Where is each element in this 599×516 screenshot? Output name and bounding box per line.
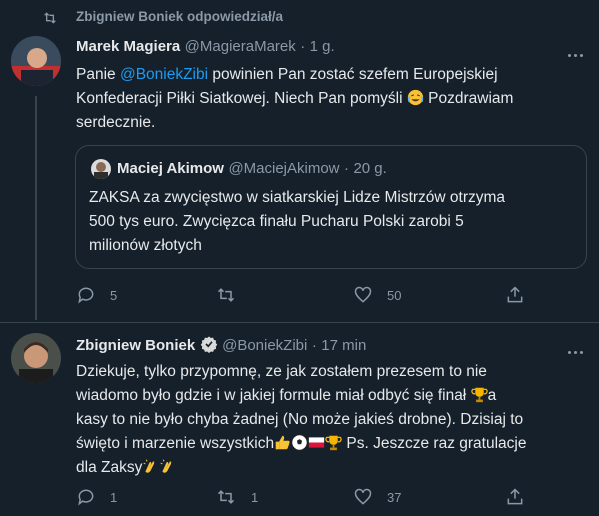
retweet-count: 1 — [251, 489, 259, 505]
share-button[interactable] — [505, 285, 525, 305]
like-count: 50 — [387, 287, 402, 303]
avatar-zbigniew-boniek[interactable] — [11, 333, 61, 383]
avatar-marek-magiera[interactable] — [11, 36, 61, 86]
retweet-button[interactable] — [215, 285, 251, 305]
emoji-trophy — [470, 387, 488, 403]
tweet-text: Panie @BoniekZibi powinien Pan zostać sz… — [76, 66, 514, 131]
retweet-icon — [217, 288, 235, 302]
reply-icon — [78, 489, 94, 506]
retweet-button[interactable]: 1 — [215, 487, 258, 507]
reply-icon — [78, 287, 94, 304]
mention-link[interactable]: @BoniekZibi — [120, 66, 208, 83]
reply-button[interactable]: 1 — [76, 487, 117, 507]
like-icon — [354, 488, 372, 505]
timestamp[interactable]: 17 min — [321, 337, 366, 354]
quoted-author-name: Maciej Akimow — [117, 160, 224, 177]
share-icon — [507, 286, 523, 303]
reply-count: 5 — [110, 287, 118, 303]
author-handle[interactable]: @BoniekZibi — [222, 337, 307, 354]
emoji-laugh-cry — [407, 89, 423, 106]
reply-count: 1 — [110, 489, 118, 505]
author-name[interactable]: Zbigniew Boniek — [76, 337, 195, 354]
emoji-clapping — [143, 459, 155, 473]
emoji-thumbs-up — [275, 435, 290, 450]
reply-button[interactable]: 5 — [76, 285, 117, 305]
retweet-icon — [44, 12, 56, 24]
emoji-trophy — [325, 435, 342, 451]
share-icon — [507, 488, 523, 505]
thread-line — [35, 96, 37, 320]
emoji-flag-poland — [308, 437, 325, 448]
emoji-clapping — [160, 459, 172, 473]
retweet-icon — [217, 490, 235, 504]
divider — [0, 322, 599, 323]
separator: · — [300, 38, 306, 55]
reply-context-text: Zbigniew Boniek odpowiedział/a — [76, 9, 284, 24]
tweet-text: Dziekuje, tylko przypomnę, ze jak został… — [76, 363, 527, 476]
more-icon[interactable] — [568, 341, 588, 354]
separator: · — [343, 160, 349, 177]
quoted-author-handle: @MaciejAkimow — [228, 160, 340, 177]
verified-icon — [200, 336, 217, 353]
share-button[interactable] — [505, 487, 525, 507]
emoji-soccer-ball — [291, 434, 308, 451]
quoted-tweet-text: ZAKSA za zwycięstwo w siatkarskiej Lidze… — [89, 189, 506, 254]
quoted-timestamp: 20 g. — [353, 160, 387, 177]
like-icon — [354, 286, 372, 303]
timestamp[interactable]: 1 g. — [310, 38, 335, 55]
like-button[interactable]: 50 — [353, 285, 401, 305]
author-handle[interactable]: @MagieraMarek — [185, 38, 296, 55]
separator: · — [311, 337, 317, 354]
like-button[interactable]: 37 — [353, 487, 401, 507]
more-icon[interactable] — [568, 44, 588, 57]
avatar-maciej-akimow — [91, 159, 111, 179]
like-count: 37 — [387, 489, 402, 505]
author-name[interactable]: Marek Magiera — [76, 38, 180, 55]
